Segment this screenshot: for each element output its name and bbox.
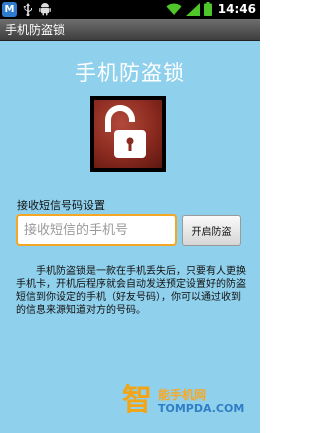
- watermark-domain: TOMPDA.COM: [158, 402, 245, 415]
- screen: M 14:46 手机防盗锁 手机防盗锁 接收短信号码设置 接收短信的手机号 开启…: [0, 0, 260, 433]
- usb-icon: [23, 3, 32, 16]
- unlocked-padlock-icon: [105, 105, 146, 158]
- enable-anti-theft-button[interactable]: 开启防盗: [182, 215, 241, 246]
- status-right: 14:46: [166, 2, 256, 16]
- watermark-logo: 智 能手机网 TOMPDA.COM: [122, 384, 252, 420]
- watermark-name: 能手机网: [158, 388, 207, 402]
- phone-setting-label: 接收短信号码设置: [17, 199, 105, 212]
- page-heading: 手机防盗锁: [75, 61, 185, 85]
- android-icon: [39, 3, 51, 16]
- lock-background: [94, 100, 162, 168]
- signal-icon: [185, 2, 200, 16]
- wifi-icon: [166, 3, 182, 15]
- clock: 14:46: [217, 2, 256, 16]
- lock-image: [90, 96, 166, 172]
- description-text: 手机防盗锁是一款在手机丢失后，只要有人更换手机卡，开机后程序就会自动发送预定设置…: [16, 266, 246, 316]
- watermark-glyph: 智: [122, 383, 152, 418]
- app-badge-icon: M: [2, 2, 17, 17]
- phone-number-input[interactable]: [16, 214, 177, 246]
- status-left: M: [2, 2, 51, 17]
- battery-icon: [203, 2, 212, 16]
- title-bar: 手机防盗锁: [0, 19, 260, 41]
- status-bar: M 14:46: [0, 0, 260, 19]
